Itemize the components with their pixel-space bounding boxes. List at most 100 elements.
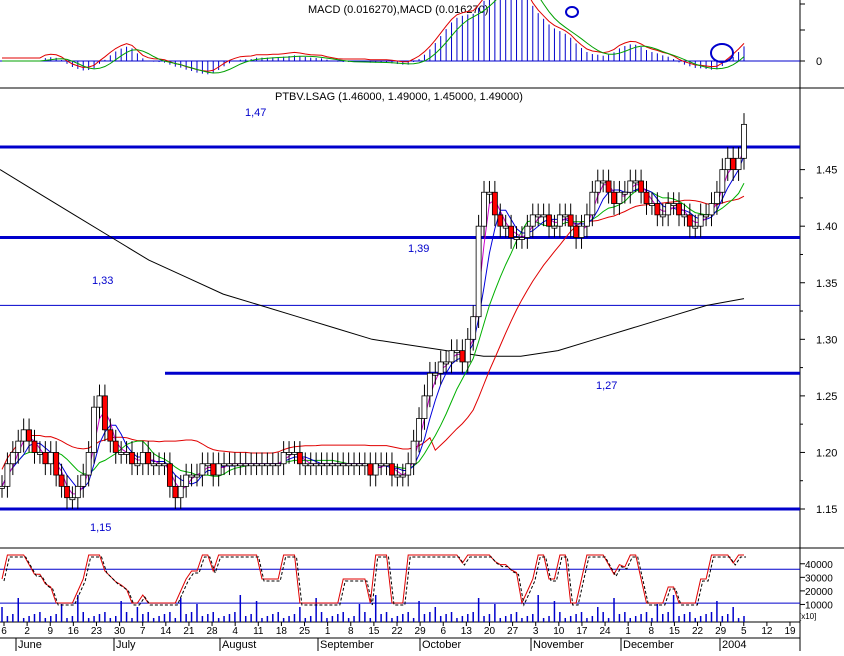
candle-body — [399, 474, 406, 478]
x-tick-label: 17 — [576, 626, 588, 637]
candle-body — [405, 463, 412, 476]
month-label: October — [422, 639, 461, 651]
price-panel: PTBV.LSAG (1.46000, 1.49000, 1.45000, 1.… — [0, 91, 800, 534]
candle-body — [567, 214, 574, 227]
candle-body — [459, 350, 466, 363]
candle-body — [307, 463, 314, 467]
candle-body — [497, 214, 504, 227]
volume-tick-label: 40000 — [805, 560, 833, 571]
candle-body — [724, 157, 731, 171]
candle-body — [85, 452, 92, 476]
candle-body — [248, 463, 255, 467]
candle-body — [573, 225, 580, 238]
candle-body — [226, 463, 233, 467]
x-tick-label: 1 — [625, 626, 631, 637]
x-tick-label: 4 — [232, 626, 238, 637]
candle-body — [91, 406, 97, 453]
level-label: 1,15 — [90, 522, 111, 534]
candle-body — [42, 452, 49, 465]
candle-body — [486, 191, 493, 195]
candle-body — [150, 463, 157, 467]
stock-chart: MACD (0.016270),MACD (0.016270) PTBV.LSA… — [0, 0, 844, 651]
candle-body — [37, 452, 43, 455]
candle-body — [183, 474, 190, 487]
candle-body — [4, 463, 11, 487]
candle-body — [275, 463, 282, 467]
candle-body — [129, 452, 135, 465]
candle-body — [714, 191, 720, 204]
x-tick-label: 6 — [1, 626, 7, 637]
candle-body — [535, 214, 542, 218]
candle-body — [432, 372, 439, 376]
candle-body — [334, 463, 341, 467]
candle-body — [313, 463, 320, 467]
x-tick-label: 19 — [784, 626, 796, 637]
candle-body — [80, 474, 87, 487]
level-label: 1,33 — [92, 275, 113, 287]
candle-body — [53, 452, 60, 476]
volume-panel — [0, 554, 800, 622]
candle-body — [361, 463, 368, 467]
candle-body — [345, 463, 352, 467]
candle-body — [703, 214, 709, 218]
candle-body — [329, 463, 336, 467]
x-tick-label: 25 — [299, 626, 311, 637]
x-tick-label: 29 — [715, 626, 727, 637]
level-label: 1,27 — [596, 380, 617, 392]
macd-tick-label: 0 — [816, 56, 822, 68]
candle-body — [654, 203, 661, 216]
candle-body — [253, 463, 260, 467]
candle-body — [58, 474, 65, 487]
candle-body — [681, 214, 688, 218]
candle-body — [627, 180, 634, 193]
candle-body — [156, 463, 162, 467]
candle-body — [638, 180, 644, 193]
month-label: 2004 — [722, 639, 746, 651]
candle-body — [502, 225, 509, 229]
candle-body — [578, 225, 585, 238]
candle-body — [605, 180, 612, 193]
x-tick-label: 12 — [761, 626, 773, 637]
volume-tick-label: 30000 — [805, 573, 833, 584]
price-tick-label: 1.20 — [816, 447, 837, 459]
x-tick-label: 20 — [484, 626, 496, 637]
candle-body — [529, 214, 536, 227]
candle-body — [426, 372, 433, 397]
x-tick-label: 6 — [440, 626, 446, 637]
candle-body — [296, 452, 303, 465]
candle-body — [383, 463, 390, 467]
candle-body — [134, 463, 141, 467]
x-tick-label: 15 — [669, 626, 681, 637]
candle-body — [210, 463, 217, 476]
candle-body — [291, 452, 298, 455]
candle-body — [64, 485, 70, 499]
candle-body — [600, 180, 607, 184]
price-tick-label: 1.30 — [816, 334, 837, 346]
price-tick-label: 1.25 — [816, 391, 837, 403]
candle-body — [367, 463, 374, 476]
x-tick-label: 18 — [276, 626, 288, 637]
candle-body — [123, 452, 130, 455]
x-tick-label: 8 — [348, 626, 354, 637]
candle-body — [20, 429, 27, 442]
x-tick-label: 9 — [47, 626, 53, 637]
candle-body — [621, 191, 628, 195]
candle-body — [259, 463, 265, 467]
candle-body — [389, 463, 395, 476]
candle-body — [199, 463, 206, 476]
candle-body — [139, 452, 146, 465]
x-tick-label: 5 — [741, 626, 747, 637]
candle-body — [15, 440, 22, 453]
candle-body — [204, 463, 211, 467]
candle-body — [26, 429, 32, 442]
volume-tick-label: 20000 — [805, 587, 833, 598]
candle-body — [632, 180, 639, 184]
candle-body — [708, 203, 715, 216]
x-tick-label: 22 — [692, 626, 704, 637]
candle-body — [47, 452, 54, 465]
price-tick-label: 1.45 — [816, 165, 837, 177]
candle-body — [161, 463, 168, 467]
x-tick-label: 28 — [206, 626, 218, 637]
candle-body — [475, 225, 482, 318]
candle-body — [454, 350, 460, 354]
